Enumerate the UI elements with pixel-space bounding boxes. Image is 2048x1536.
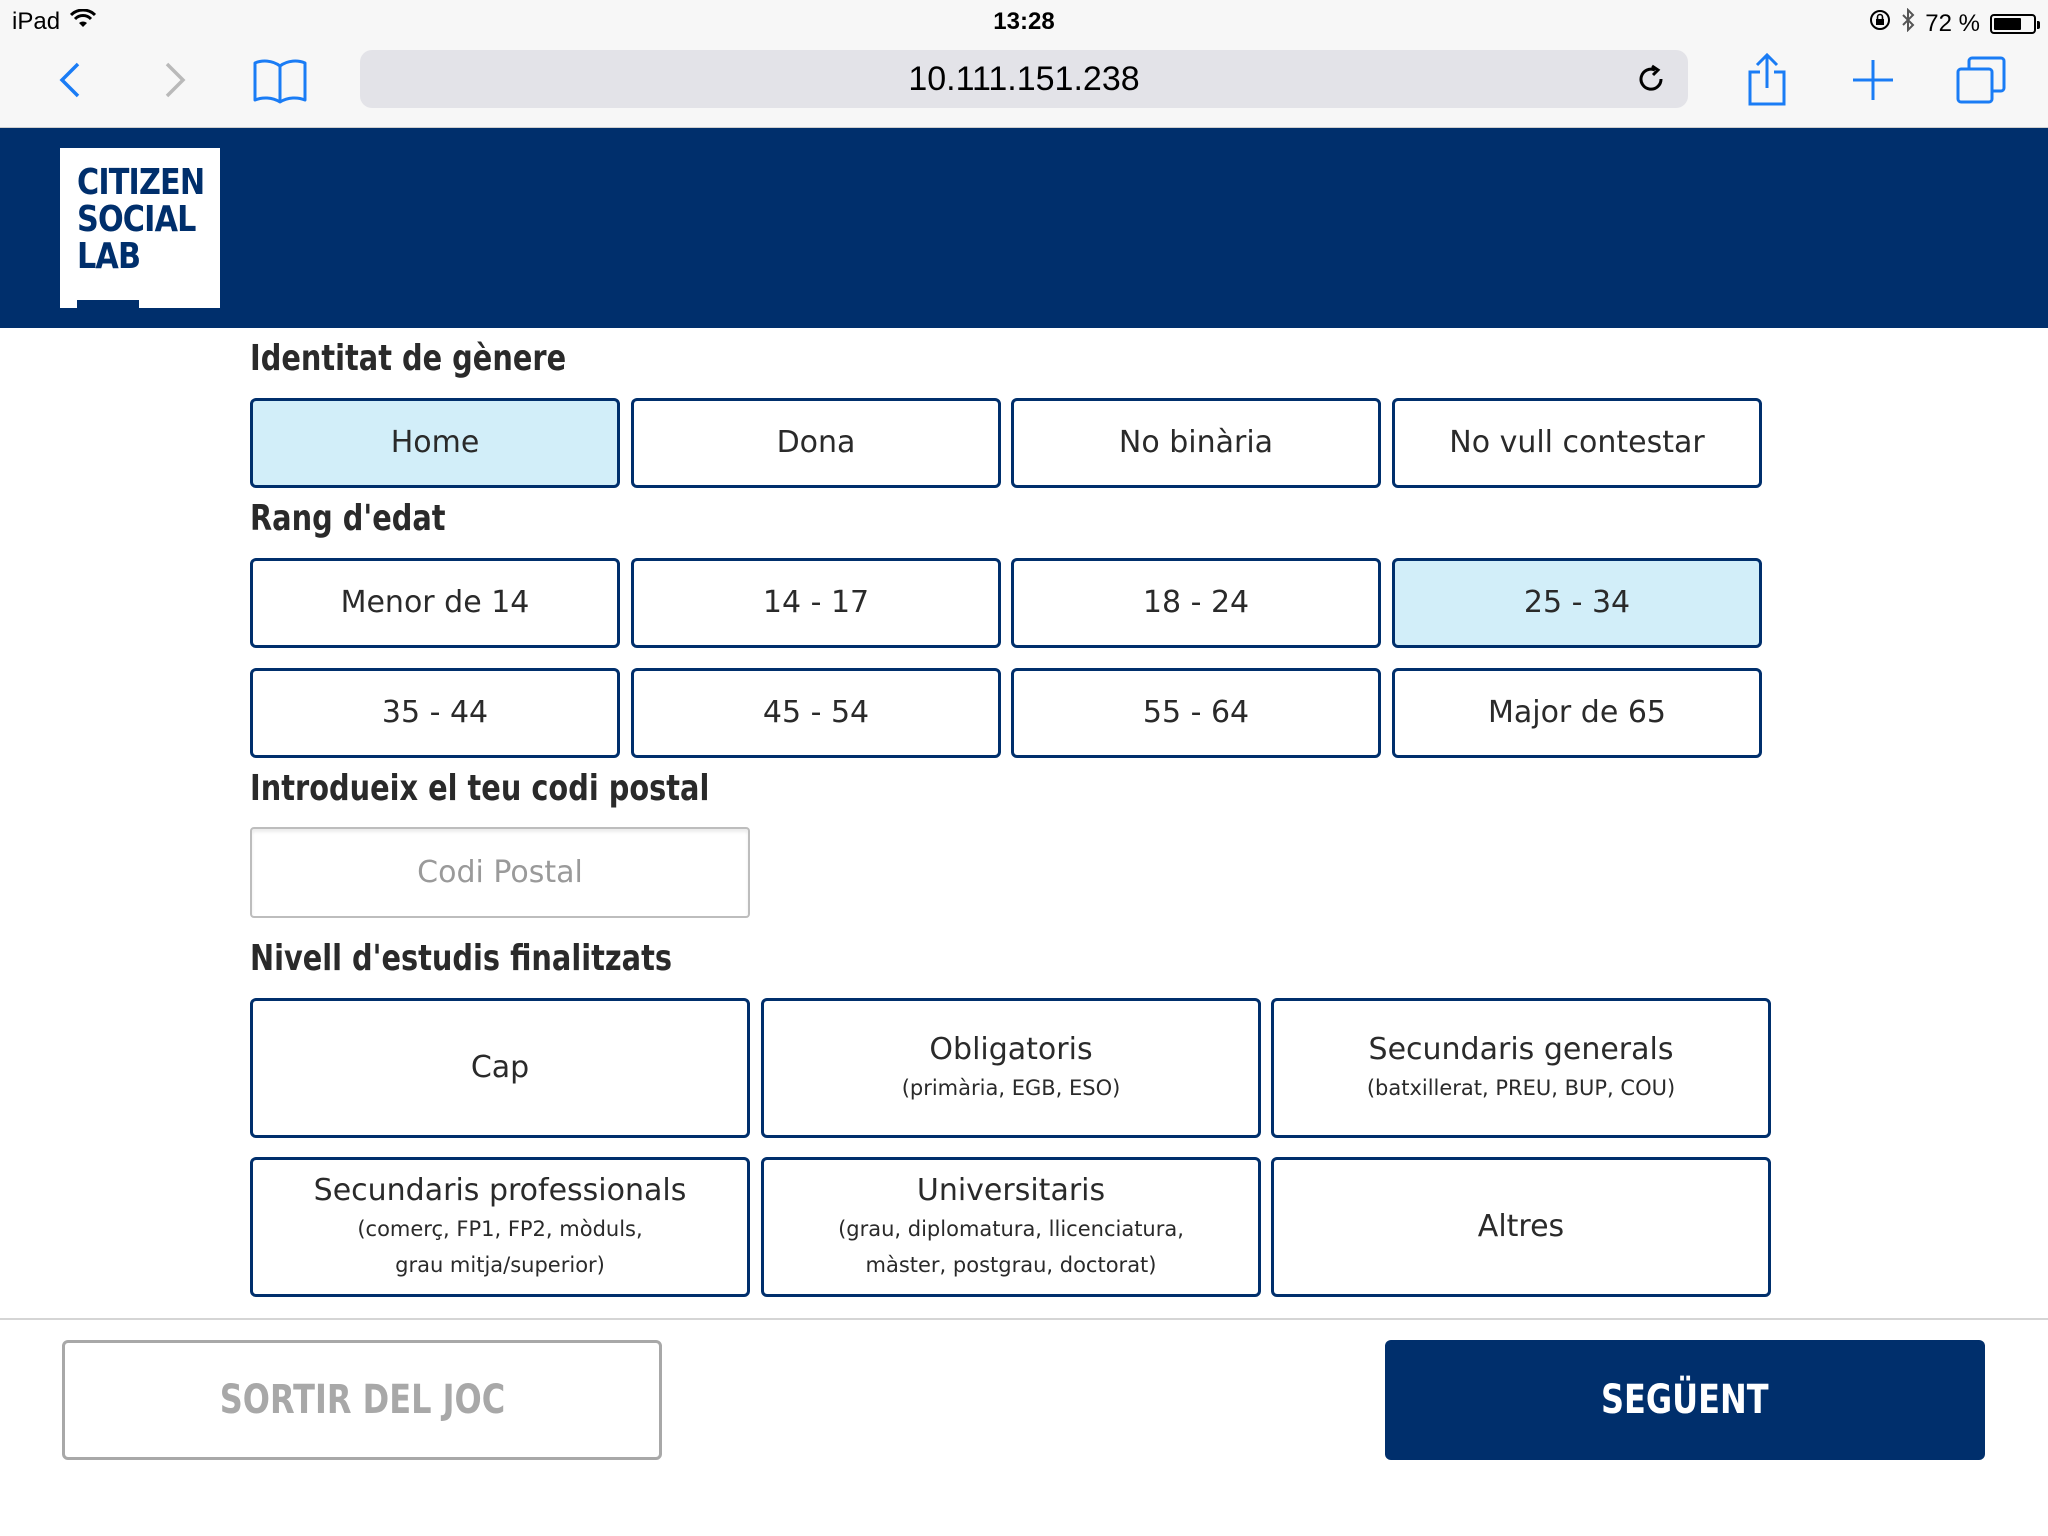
logo-line-2: SOCIAL [77,199,196,240]
age-option-18-24[interactable]: 18 - 24 [1011,558,1381,648]
share-button[interactable] [1745,40,1789,120]
bluetooth-icon [1901,7,1915,39]
option-label: Obligatoris [929,1032,1093,1067]
gender-title: Identitat de gènere [250,338,567,379]
option-label: Menor de 14 [340,585,530,620]
tabs-button[interactable] [1955,40,2007,120]
age-option-25-34[interactable]: 25 - 34 [1392,558,1762,648]
new-tab-button[interactable] [1850,40,1896,120]
option-label: Home [390,425,480,460]
education-option-secundaris-generals[interactable]: Secundaris generals (batxillerat, PREU, … [1271,998,1771,1138]
orientation-lock-icon [1869,9,1891,38]
option-sublabel: (primària, EGB, ESO) [901,1076,1121,1100]
age-option-55-64[interactable]: 55 - 64 [1011,668,1381,758]
education-option-secundaris-professionals[interactable]: Secundaris professionals (comerç, FP1, F… [250,1157,750,1297]
option-label: Major de 65 [1487,695,1667,730]
option-label: 55 - 64 [1142,695,1250,730]
age-option-35-44[interactable]: 35 - 44 [250,668,620,758]
option-label: Secundaris professionals [313,1173,687,1208]
option-label: 35 - 44 [381,695,489,730]
bookmarks-button[interactable] [250,40,310,120]
next-button[interactable]: SEGÜENT [1385,1340,1985,1460]
option-label: Secundaris generals [1368,1032,1674,1067]
option-label: Altres [1477,1209,1565,1244]
option-sublabel: (batxillerat, PREU, BUP, COU) [1366,1076,1676,1100]
age-option-45-54[interactable]: 45 - 54 [631,668,1001,758]
forward-button[interactable] [155,40,195,120]
logo-line-1: CITIZEN [77,162,205,203]
back-icon [59,62,80,98]
battery-icon [1990,13,2040,34]
url-text: 10.111.151.238 [908,59,1140,98]
site-header: CITIZEN SOCIAL LAB [0,128,2048,328]
browser-toolbar: 10.111.151.238 [0,40,2048,128]
next-label: SEGÜENT [1601,1377,1769,1423]
education-option-obligatoris[interactable]: Obligatoris (primària, EGB, ESO) [761,998,1261,1138]
status-bar-right: 72 % [1869,7,2040,39]
gender-option-home[interactable]: Home [250,398,620,488]
option-sublabel: (grau, diplomatura, llicenciatura, [838,1217,1184,1241]
tabs-icon [1956,56,2006,104]
age-option-under-14[interactable]: Menor de 14 [250,558,620,648]
gender-option-no-binaria[interactable]: No binària [1011,398,1381,488]
battery-fill [1994,17,2022,30]
battery-percent: 72 % [1925,9,1980,37]
age-option-14-17[interactable]: 14 - 17 [631,558,1001,648]
url-field[interactable]: 10.111.151.238 [360,50,1688,108]
logo-line-3: LAB [77,236,141,277]
option-label: No binària [1118,425,1274,460]
bookmarks-icon [253,59,307,104]
education-title: Nivell d'estudis finalitzats [250,938,672,979]
option-label: 45 - 54 [762,695,870,730]
option-label: 18 - 24 [1142,585,1250,620]
logo-underline [77,300,139,308]
gender-option-no-contestar[interactable]: No vull contestar [1392,398,1762,488]
education-option-cap[interactable]: Cap [250,998,750,1138]
option-label: Dona [776,425,856,460]
back-button[interactable] [50,40,90,120]
exit-game-label: SORTIR DEL JOC [219,1377,505,1423]
postal-code-input[interactable] [250,827,750,918]
status-time: 13:28 [993,8,1055,35]
reload-icon[interactable] [1636,64,1666,94]
age-option-over-65[interactable]: Major de 65 [1392,668,1762,758]
option-sublabel-2: màster, postgrau, doctorat) [865,1253,1157,1277]
exit-game-button[interactable]: SORTIR DEL JOC [62,1340,662,1460]
citizen-social-lab-logo: CITIZEN SOCIAL LAB [60,148,220,308]
option-label: Universitaris [916,1173,1106,1208]
new-tab-icon [1853,60,1893,100]
postal-title: Introdueix el teu codi postal [250,768,710,809]
option-label: 14 - 17 [762,585,870,620]
share-icon [1748,52,1786,106]
option-label: Cap [470,1050,530,1085]
forward-icon [165,62,186,98]
education-option-altres[interactable]: Altres [1271,1157,1771,1297]
option-label: 25 - 34 [1523,585,1631,620]
option-sublabel-2: grau mitja/superior) [395,1253,605,1277]
age-title: Rang d'edat [250,498,446,539]
education-option-universitaris[interactable]: Universitaris (grau, diplomatura, llicen… [761,1157,1261,1297]
gender-option-dona[interactable]: Dona [631,398,1001,488]
footer-bar: SORTIR DEL JOC SEGÜENT [0,1318,2048,1536]
option-sublabel: (comerç, FP1, FP2, mòduls, [357,1217,643,1241]
status-bar: iPad 13:28 72 % [0,0,2048,40]
option-label: No vull contestar [1449,425,1705,460]
